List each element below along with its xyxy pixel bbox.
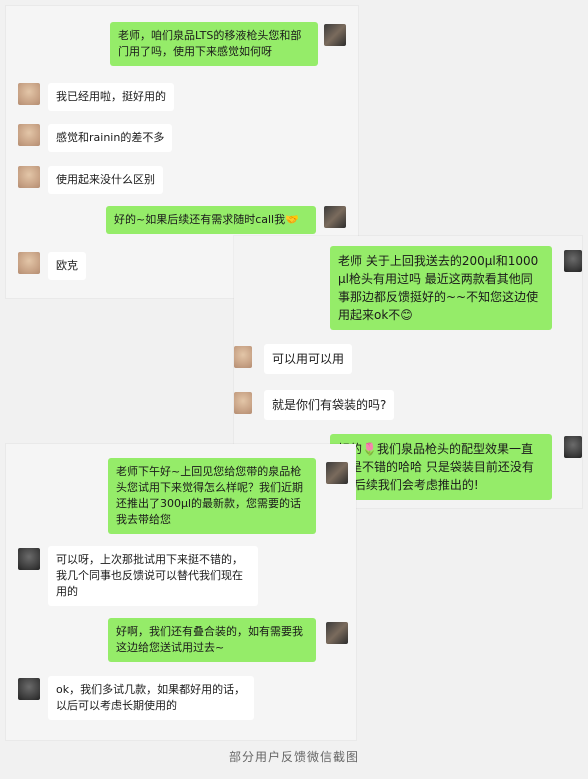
message-bubble-sent: 好啊，我们还有叠合装的，如有需要我这边给您送试用过去~ [108,618,316,662]
avatar [18,124,40,146]
avatar [18,678,40,700]
avatar [324,206,346,228]
avatar [326,622,348,644]
message-bubble-received: 感觉和rainin的差不多 [48,124,173,152]
message-bubble-sent: 老师，咱们泉品LTS的移液枪头您和部门用了吗，使用下来感觉如何呀 [110,22,318,66]
message-bubble-sent: 老师下午好~上回见您给您带的泉品枪头您试用下来觉得怎么样呢？我们近期还推出了30… [108,458,316,534]
avatar [18,83,40,105]
avatar [234,346,252,368]
avatar [18,166,40,188]
chat-screenshot-3: 老师下午好~上回见您给您带的泉品枪头您试用下来觉得怎么样呢？我们近期还推出了30… [6,444,356,740]
message-bubble-received: 可以呀，上次那批试用下来挺不错的，我几个同事也反馈说可以替代我们现在用的 [48,546,258,606]
avatar [564,250,582,272]
message-bubble-received: 可以用可以用 [264,344,353,374]
message-bubble-sent: 好的🌷我们泉品枪头的配型效果一直都是不错的哈哈 只是袋装目前还没有哦 后续我们会… [330,434,552,500]
avatar [18,252,40,274]
message-bubble-received: 就是你们有袋装的吗? [264,390,395,420]
message-bubble-received: ok，我们多试几款，如果都好用的话，以后可以考虑长期使用的 [48,676,254,720]
avatar [564,436,582,458]
avatar [326,462,348,484]
figure-caption: 部分用户反馈微信截图 [228,750,359,764]
message-bubble-received: 欧克 [48,252,86,280]
message-bubble-received: 我已经用啦，挺好用的 [48,83,174,111]
avatar [18,548,40,570]
message-bubble-sent: 老师 关于上回我送去的200μl和1000μl枪头有用过吗 最近这两款看其他同事… [330,246,552,330]
message-bubble-sent: 好的~如果后续还有需求随时call我🤝 [106,206,316,234]
avatar [234,392,252,414]
message-bubble-received: 使用起来没什么区别 [48,166,163,194]
avatar [324,24,346,46]
